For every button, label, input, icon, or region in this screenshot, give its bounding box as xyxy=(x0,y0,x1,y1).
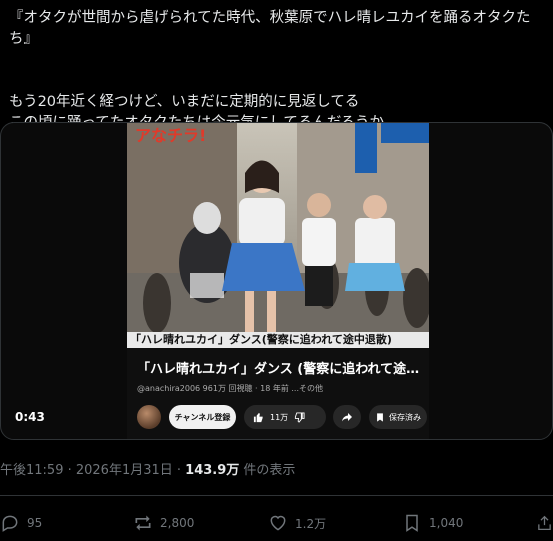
video-meta: @anachira2006 961万 回視聴 · 18 年前 ...その他 xyxy=(137,383,323,394)
save-label: 保存済み xyxy=(389,412,421,422)
subscribe-button[interactable]: チャンネル登録 xyxy=(169,405,236,429)
youtube-share-button[interactable] xyxy=(333,405,361,429)
repost-button[interactable]: 2,800 xyxy=(133,513,194,533)
bookmark-icon xyxy=(402,513,422,533)
channel-avatar[interactable] xyxy=(137,405,161,429)
youtube-info-panel: 「ハレ晴れユカイ」ダンス (警察に追われて途… @anachira2006 96… xyxy=(127,348,429,439)
video-thumbnail[interactable]: アなチラ! xyxy=(127,123,429,346)
reply-button[interactable]: 95 xyxy=(0,513,42,533)
post-text-line-1: 『オタクが世間から虐げられてた時代、秋葉原でハレ晴レユカイを踊るオタクたち』 xyxy=(9,10,531,47)
repost-count: 2,800 xyxy=(160,516,195,530)
youtube-save-icon xyxy=(375,412,385,423)
bookmark-count: 1,040 xyxy=(429,516,464,530)
channel-handle[interactable]: @anachira2006 xyxy=(137,384,200,393)
view-count: 143.9万 xyxy=(185,463,240,478)
video-caption-banner: 「ハレ晴れユカイ」ダンス(警察に追われて途中退散) xyxy=(127,332,429,348)
like-count-post: 1.2万 xyxy=(295,516,327,531)
view-suffix: 件の表示 xyxy=(239,463,296,478)
youtube-save-button[interactable]: 保存済み xyxy=(369,405,427,429)
like-dislike-button[interactable]: 11万 xyxy=(244,405,326,429)
share-icon xyxy=(536,513,553,533)
reply-icon xyxy=(0,513,20,533)
divider xyxy=(0,495,553,496)
youtube-player[interactable]: アなチラ! 「ハレ晴れユカイ」ダンス(警察に追われて途中退散) 「ハレ晴れユカイ… xyxy=(127,123,429,439)
reply-count: 95 xyxy=(27,516,43,530)
like-count: 11万 xyxy=(270,412,289,422)
video-title[interactable]: 「ハレ晴れユカイ」ダンス (警察に追われて途… xyxy=(137,358,422,377)
like-button[interactable]: 1.2万 xyxy=(268,513,326,533)
video-embed[interactable]: アなチラ! 「ハレ晴れユカイ」ダンス(警察に追われて途中退散) 「ハレ晴れユカイ… xyxy=(0,122,553,440)
bookmark-button[interactable]: 1,040 xyxy=(402,513,463,533)
repost-icon xyxy=(133,513,153,533)
share-button[interactable] xyxy=(536,513,553,533)
youtube-share-icon xyxy=(341,411,353,423)
overlay-text: アなチラ! xyxy=(135,126,206,145)
video-thumbnail-image: アなチラ! xyxy=(127,123,429,346)
like-icon xyxy=(268,513,288,533)
thumbs-up-icon[interactable] xyxy=(253,412,264,423)
post-timestamp[interactable]: 午後11:59 · 2026年1月31日 · xyxy=(0,463,185,478)
post-meta: 午後11:59 · 2026年1月31日 · 143.9万 件の表示 xyxy=(0,459,295,478)
post-text-line-2: もう20年近く経つけど、いまだに定期的に見返してる xyxy=(9,94,360,110)
view-meta: 961万 回視聴 · 18 年前 ...その他 xyxy=(202,384,324,393)
thumbs-down-icon[interactable] xyxy=(294,411,305,423)
video-time: 0:43 xyxy=(15,410,45,424)
post-text: 『オタクが世間から虐げられてた時代、秋葉原でハレ晴レユカイを踊るオタクたち』 も… xyxy=(9,8,549,134)
